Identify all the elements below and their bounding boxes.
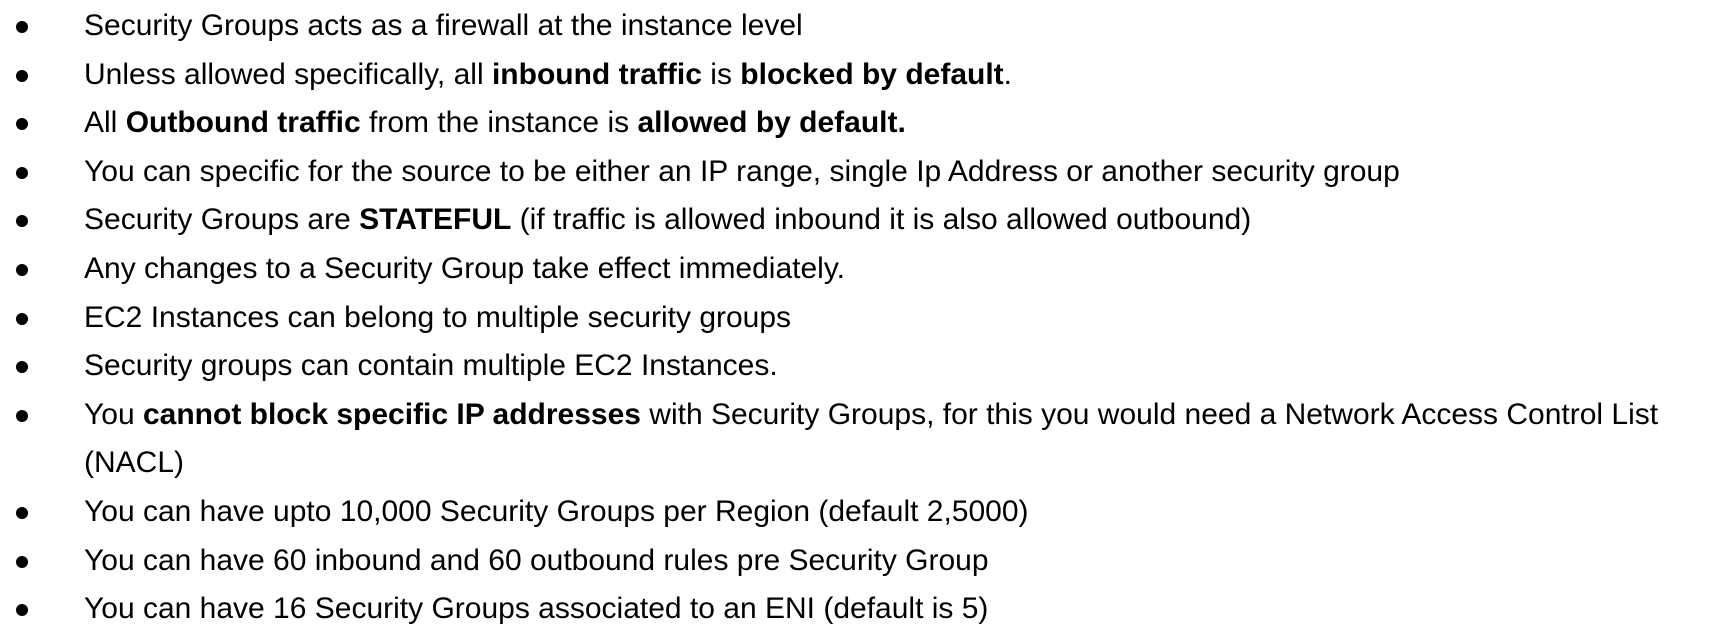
bullet-text: is [701,57,741,91]
bullet-dot-icon [16,215,28,228]
bullet-dot-icon [16,506,28,519]
bullet-dot-icon [16,604,28,617]
bullet-item: You can have 16 Security Groups associat… [0,585,1715,634]
bullet-item: Any changes to a Security Group take eff… [0,245,1715,294]
bullet-dot-icon [16,21,28,33]
bullet-bold-text: cannot block specific IP addresses [142,397,641,431]
bullet-item: You can have upto 10,000 Security Groups… [0,488,1715,537]
bullet-dot-icon [16,166,28,179]
bullet-item: Security Groups acts as a firewall at th… [0,2,1715,51]
bullet-text: All [84,106,126,140]
bullet-item: You can have 60 inbound and 60 outbound … [0,537,1715,586]
bullet-dot-icon [16,69,28,82]
bullet-dot-icon [16,263,28,276]
bullet-text: You can have 16 Security Groups associat… [84,592,989,626]
bullet-list: Security Groups acts as a firewall at th… [0,2,1715,634]
bullet-item: All Outbound traffic from the instance i… [0,99,1715,148]
bullet-bold-text: blocked by default [740,57,1004,91]
bullet-text: Security Groups are [84,203,360,237]
bullet-dot-icon [16,409,28,422]
bullet-text: You can specific for the source to be ei… [84,154,1400,188]
bullet-text: Security Groups acts as a firewall at th… [84,9,803,42]
bullet-dot-icon [16,555,28,568]
bullet-text: (if traffic is allowed inbound it is als… [511,203,1252,237]
bullet-dot-icon [16,361,28,374]
bullet-text: You [84,397,143,431]
bullet-text: Any changes to a Security Group take eff… [84,251,845,285]
bullet-bold-text: Outbound traffic [125,106,361,140]
bullet-text: Unless allowed specifically, all [84,57,492,91]
bullet-text: You can have 60 inbound and 60 outbound … [84,543,989,577]
bullet-item: You cannot block specific IP addresses w… [0,391,1715,488]
document: Security Groups acts as a firewall at th… [0,0,1715,635]
bullet-bold-text: inbound traffic [491,57,702,91]
bullet-item: Security groups can contain multiple EC2… [0,342,1715,391]
bullet-text: . [1003,57,1013,91]
bullet-item: EC2 Instances can belong to multiple sec… [0,294,1715,343]
bullet-text: from the instance is [360,106,638,140]
bullet-bold-text: STATEFUL [359,203,512,237]
bullet-bold-text: allowed by default. [637,106,906,140]
bullet-dot-icon [16,312,28,325]
bullet-item: You can specific for the source to be ei… [0,148,1715,197]
bullet-text: EC2 Instances can belong to multiple sec… [84,300,792,334]
bullet-text: Security groups can contain multiple EC2… [84,349,778,383]
bullet-item: Unless allowed specifically, all inbound… [0,51,1715,100]
bullet-text: You can have upto 10,000 Security Groups… [84,494,1029,528]
bullet-dot-icon [16,118,28,131]
bullet-item: Security Groups are STATEFUL (if traffic… [0,196,1715,245]
